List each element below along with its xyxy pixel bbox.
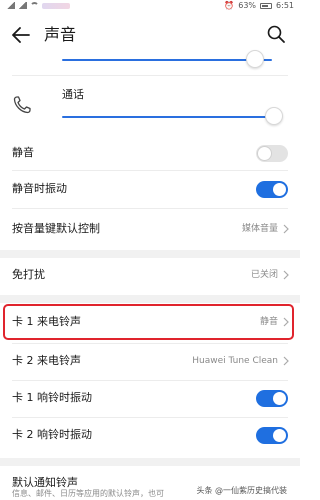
sim1-vibrate-row[interactable]: 卡 1 响铃时振动 [0,381,300,415]
divider [12,75,288,76]
dnd-label: 免打扰 [12,268,45,281]
mute-vibrate-toggle[interactable] [256,181,288,198]
volume-key-row[interactable]: 按音量键默认控制 媒体音量 [0,212,300,246]
mute-row[interactable]: 静音 [0,136,300,170]
wifi-icon [30,2,39,9]
sim2-ringtone-row[interactable]: 卡 2 来电铃声 Huawei Tune Clean [0,344,300,378]
status-bar: ⏰ 63% 6:51 [0,0,300,14]
chevron-right-icon [283,224,289,234]
section-gap [0,295,300,303]
divider [12,170,288,171]
highlight-box [3,304,294,340]
back-button[interactable] [10,24,32,46]
call-volume-slider[interactable] [62,107,283,127]
phone-icon [13,96,31,114]
battery-percent: 63% [238,1,257,10]
sim2-ringtone-value: Huawei Tune Clean [192,356,278,366]
divider [12,208,288,209]
slider-thumb[interactable] [265,107,283,125]
toggle-knob [273,183,286,196]
status-time: 6:51 [276,1,294,10]
signal-icon [18,2,27,9]
slider-track [62,59,272,61]
section-gap [0,250,300,258]
chevron-right-icon [283,356,289,366]
sim2-vibrate-label: 卡 2 响铃时振动 [12,428,92,441]
notification-sound-subtitle: 信息、邮件、日历等应用的默认铃声，也可 [12,489,164,498]
battery-icon [260,2,273,9]
arrow-left-icon [12,27,30,43]
signal-icon [6,2,15,9]
volume-slider[interactable] [62,50,272,70]
search-icon [267,25,285,43]
section-gap [0,458,300,466]
dnd-row[interactable]: 免打扰 已关闭 [0,258,300,292]
sim2-ringtone-label: 卡 2 来电铃声 [12,354,81,367]
volume-key-label: 按音量键默认控制 [12,222,100,235]
mute-label: 静音 [12,146,34,159]
volume-key-value: 媒体音量 [241,224,278,234]
sim1-vibrate-toggle[interactable] [256,390,288,407]
toggle-knob [273,429,286,442]
status-right: ⏰ 63% 6:51 [224,1,294,10]
status-left [6,2,70,9]
search-button[interactable] [266,24,288,46]
sim1-vibrate-label: 卡 1 响铃时振动 [12,391,92,404]
sim2-vibrate-toggle[interactable] [256,427,288,444]
watermark: 头条 @一仙紫历史搞代装 [193,484,290,497]
chevron-right-icon [283,270,289,280]
toggle-knob [258,147,271,160]
dnd-value: 已关闭 [250,270,278,280]
app-header: 声音 [0,14,300,54]
mute-vibrate-row[interactable]: 静音时振动 [0,172,300,206]
mute-toggle[interactable] [256,145,288,162]
slider-track [62,116,274,118]
call-volume-label: 通话 [62,88,84,101]
blurred-notification [42,2,70,9]
page-title: 声音 [44,25,77,44]
toggle-knob [273,392,286,405]
mute-vibrate-label: 静音时振动 [12,182,67,195]
slider-thumb[interactable] [246,50,264,68]
sim2-vibrate-row[interactable]: 卡 2 响铃时振动 [0,418,300,452]
alarm-icon: ⏰ [224,1,235,10]
